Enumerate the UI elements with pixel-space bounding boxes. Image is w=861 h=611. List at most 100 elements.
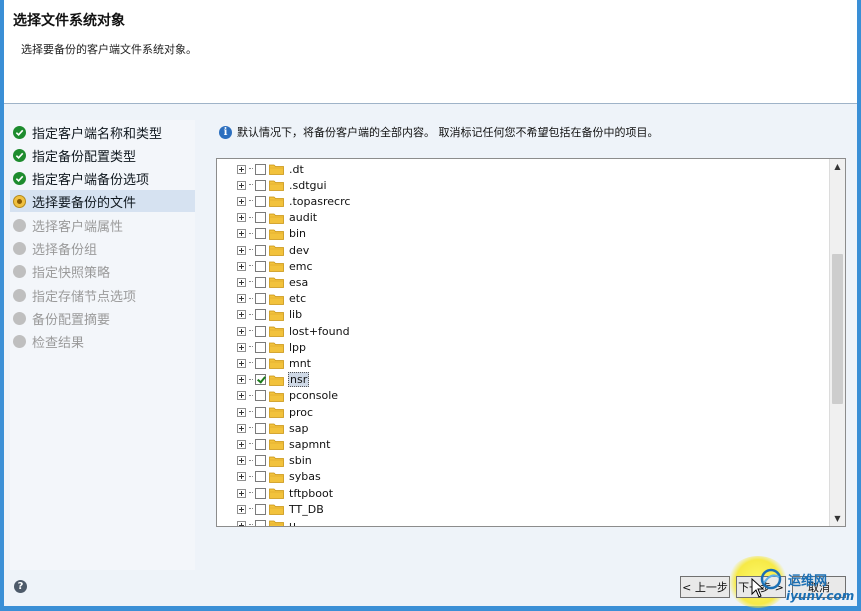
scroll-up-icon[interactable]: ▲ <box>830 159 845 174</box>
tree-item-checkbox[interactable] <box>255 471 266 483</box>
expand-icon[interactable] <box>237 326 246 336</box>
expand-icon[interactable] <box>237 456 246 466</box>
tree-item-checkbox[interactable] <box>255 357 266 369</box>
tree-item-label[interactable]: tftpboot <box>288 487 334 500</box>
tree-row[interactable]: esa <box>237 274 309 290</box>
tree-row[interactable]: dev <box>237 242 310 258</box>
expand-icon[interactable] <box>237 245 246 255</box>
tree-item-label[interactable]: proc <box>288 406 314 419</box>
tree-item-label[interactable]: nsr <box>288 372 310 388</box>
tree-item-label[interactable]: u <box>288 519 297 526</box>
tree-item-label[interactable]: mnt <box>288 357 312 370</box>
tree-item-checkbox[interactable] <box>255 325 266 337</box>
tree-row[interactable]: audit <box>237 210 318 226</box>
tree-item-label[interactable]: sybas <box>288 470 322 483</box>
tree-row[interactable]: nsr <box>237 372 310 388</box>
expand-icon[interactable] <box>237 391 246 401</box>
tree-item-checkbox[interactable] <box>255 309 266 321</box>
expand-icon[interactable] <box>237 180 246 190</box>
expand-icon[interactable] <box>237 196 246 206</box>
expand-icon[interactable] <box>237 229 246 239</box>
prev-button[interactable]: < 上一步 <box>680 576 730 598</box>
tree-item-label[interactable]: lib <box>288 308 303 321</box>
scroll-down-icon[interactable]: ▼ <box>830 511 845 526</box>
tree-row[interactable]: sapmnt <box>237 436 331 452</box>
tree-item-checkbox[interactable] <box>255 276 266 288</box>
tree-item-checkbox[interactable] <box>255 406 266 418</box>
expand-icon[interactable] <box>237 504 246 514</box>
expand-icon[interactable] <box>237 488 246 498</box>
tree-item-checkbox[interactable] <box>255 438 266 450</box>
expand-icon[interactable] <box>237 423 246 433</box>
tree-row[interactable]: .sdtgui <box>237 177 328 193</box>
tree-row[interactable]: .topasrecrc <box>237 193 351 209</box>
tree-item-checkbox[interactable] <box>255 503 266 515</box>
expand-icon[interactable] <box>237 261 246 271</box>
expand-icon[interactable] <box>237 358 246 368</box>
tree-item-checkbox[interactable] <box>255 179 266 191</box>
tree-item-label[interactable]: emc <box>288 260 314 273</box>
tree-item-label[interactable]: sbin <box>288 454 313 467</box>
tree-item-checkbox[interactable] <box>255 374 266 386</box>
tree-row[interactable]: mnt <box>237 355 312 371</box>
tree-row[interactable]: emc <box>237 258 314 274</box>
tree-item-label[interactable]: bin <box>288 227 307 240</box>
tree-item-checkbox[interactable] <box>255 228 266 240</box>
tree-row[interactable]: TT_DB <box>237 501 325 517</box>
vertical-scrollbar[interactable]: ▲ ▼ <box>829 159 845 526</box>
expand-icon[interactable] <box>237 407 246 417</box>
tree-item-label[interactable]: dev <box>288 244 310 257</box>
tree-row[interactable]: bin <box>237 226 307 242</box>
scroll-thumb[interactable] <box>832 254 843 404</box>
tree-item-label[interactable]: pconsole <box>288 389 339 402</box>
tree-row[interactable]: lpp <box>237 339 307 355</box>
tree-row[interactable]: sap <box>237 420 309 436</box>
tree-row[interactable]: .dt <box>237 161 305 177</box>
tree-row[interactable]: u <box>237 517 297 526</box>
tree-item-checkbox[interactable] <box>255 487 266 499</box>
tree-row[interactable]: proc <box>237 404 314 420</box>
tree-row[interactable]: etc <box>237 291 307 307</box>
tree-row[interactable]: sbin <box>237 453 313 469</box>
tree-item-checkbox[interactable] <box>255 244 266 256</box>
tree-item-label[interactable]: .topasrecrc <box>288 195 351 208</box>
tree-item-label[interactable]: esa <box>288 276 309 289</box>
tree-item-checkbox[interactable] <box>255 390 266 402</box>
expand-icon[interactable] <box>237 342 246 352</box>
help-icon[interactable]: ? <box>14 580 27 593</box>
expand-icon[interactable] <box>237 520 246 526</box>
expand-icon[interactable] <box>237 439 246 449</box>
tree-item-checkbox[interactable] <box>255 422 266 434</box>
tree-item-label[interactable]: TT_DB <box>288 503 325 516</box>
tree-item-checkbox[interactable] <box>255 341 266 353</box>
expand-icon[interactable] <box>237 472 246 482</box>
expand-icon[interactable] <box>237 310 246 320</box>
expand-icon[interactable] <box>237 277 246 287</box>
tree-item-label[interactable]: sapmnt <box>288 438 331 451</box>
tree-item-checkbox[interactable] <box>255 195 266 207</box>
tree-row[interactable]: lost+found <box>237 323 351 339</box>
expand-icon[interactable] <box>237 294 246 304</box>
page-subtitle: 选择要备份的客户端文件系统对象。 <box>21 43 197 56</box>
file-tree[interactable]: u TT_DB tftpboot sybas sbin sapmnt sap proc pcon… <box>216 158 846 527</box>
tree-item-label[interactable]: .dt <box>288 163 305 176</box>
tree-item-checkbox[interactable] <box>255 455 266 467</box>
tree-item-label[interactable]: etc <box>288 292 307 305</box>
tree-item-label[interactable]: .sdtgui <box>288 179 328 192</box>
tree-item-label[interactable]: lpp <box>288 341 307 354</box>
expand-icon[interactable] <box>237 213 246 223</box>
tree-item-checkbox[interactable] <box>255 163 266 175</box>
tree-item-checkbox[interactable] <box>255 212 266 224</box>
expand-icon[interactable] <box>237 375 246 385</box>
tree-row[interactable]: lib <box>237 307 303 323</box>
tree-item-label[interactable]: lost+found <box>288 325 351 338</box>
tree-row[interactable]: tftpboot <box>237 485 334 501</box>
tree-item-checkbox[interactable] <box>255 519 266 526</box>
tree-item-label[interactable]: audit <box>288 211 318 224</box>
tree-item-checkbox[interactable] <box>255 293 266 305</box>
expand-icon[interactable] <box>237 164 246 174</box>
tree-item-checkbox[interactable] <box>255 260 266 272</box>
tree-row[interactable]: sybas <box>237 469 322 485</box>
tree-row[interactable]: pconsole <box>237 388 339 404</box>
tree-item-label[interactable]: sap <box>288 422 309 435</box>
